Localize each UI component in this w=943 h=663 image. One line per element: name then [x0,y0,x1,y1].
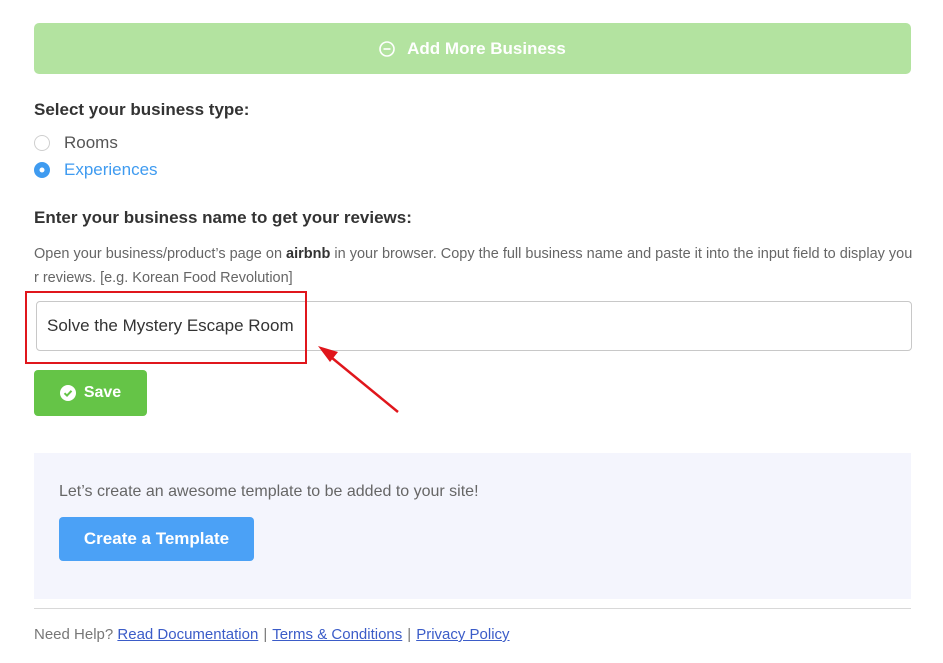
footer-separator: | [263,626,268,643]
save-label: Save [83,384,122,401]
footer-separator: | [407,626,412,643]
radio-option-experiences[interactable]: Experiences [34,160,158,180]
business-name-heading: Enter your business name to get your rev… [34,208,412,227]
rooms-label: Rooms [64,133,118,152]
experiences-label: Experiences [64,160,158,179]
footer-divider [34,608,911,609]
minus-circle-icon [379,40,395,57]
experiences-radio[interactable] [34,162,50,178]
add-more-business-label: Add More Business [407,38,566,58]
privacy-policy-link[interactable]: Privacy Policy [416,626,509,643]
business-name-field[interactable] [36,301,912,351]
read-documentation-link[interactable]: Read Documentation [117,626,258,643]
check-circle-icon [59,385,76,401]
help-prefix: Open your business/product’s page on [34,246,287,262]
save-button[interactable]: Save [34,370,147,416]
rooms-radio[interactable] [34,135,50,151]
template-prompt-text: Let’s create an awesome template to be a… [59,483,479,500]
create-template-panel: Let’s create an awesome template to be a… [34,453,911,599]
radio-option-rooms[interactable]: Rooms [34,133,118,153]
business-type-heading: Select your business type: [34,100,250,119]
create-template-button[interactable]: Create a Template [59,517,254,561]
business-name-input[interactable] [37,302,911,350]
business-name-help-text: Open your business/product’s page on air… [34,242,914,290]
add-more-business-button[interactable]: Add More Business [34,23,911,74]
need-help-text: Need Help? [34,626,114,643]
footer-help: Need Help? Read Documentation | Terms & Co… [34,626,510,643]
terms-conditions-link[interactable]: Terms & Conditions [272,626,402,643]
help-platform: airbnb [286,246,331,262]
